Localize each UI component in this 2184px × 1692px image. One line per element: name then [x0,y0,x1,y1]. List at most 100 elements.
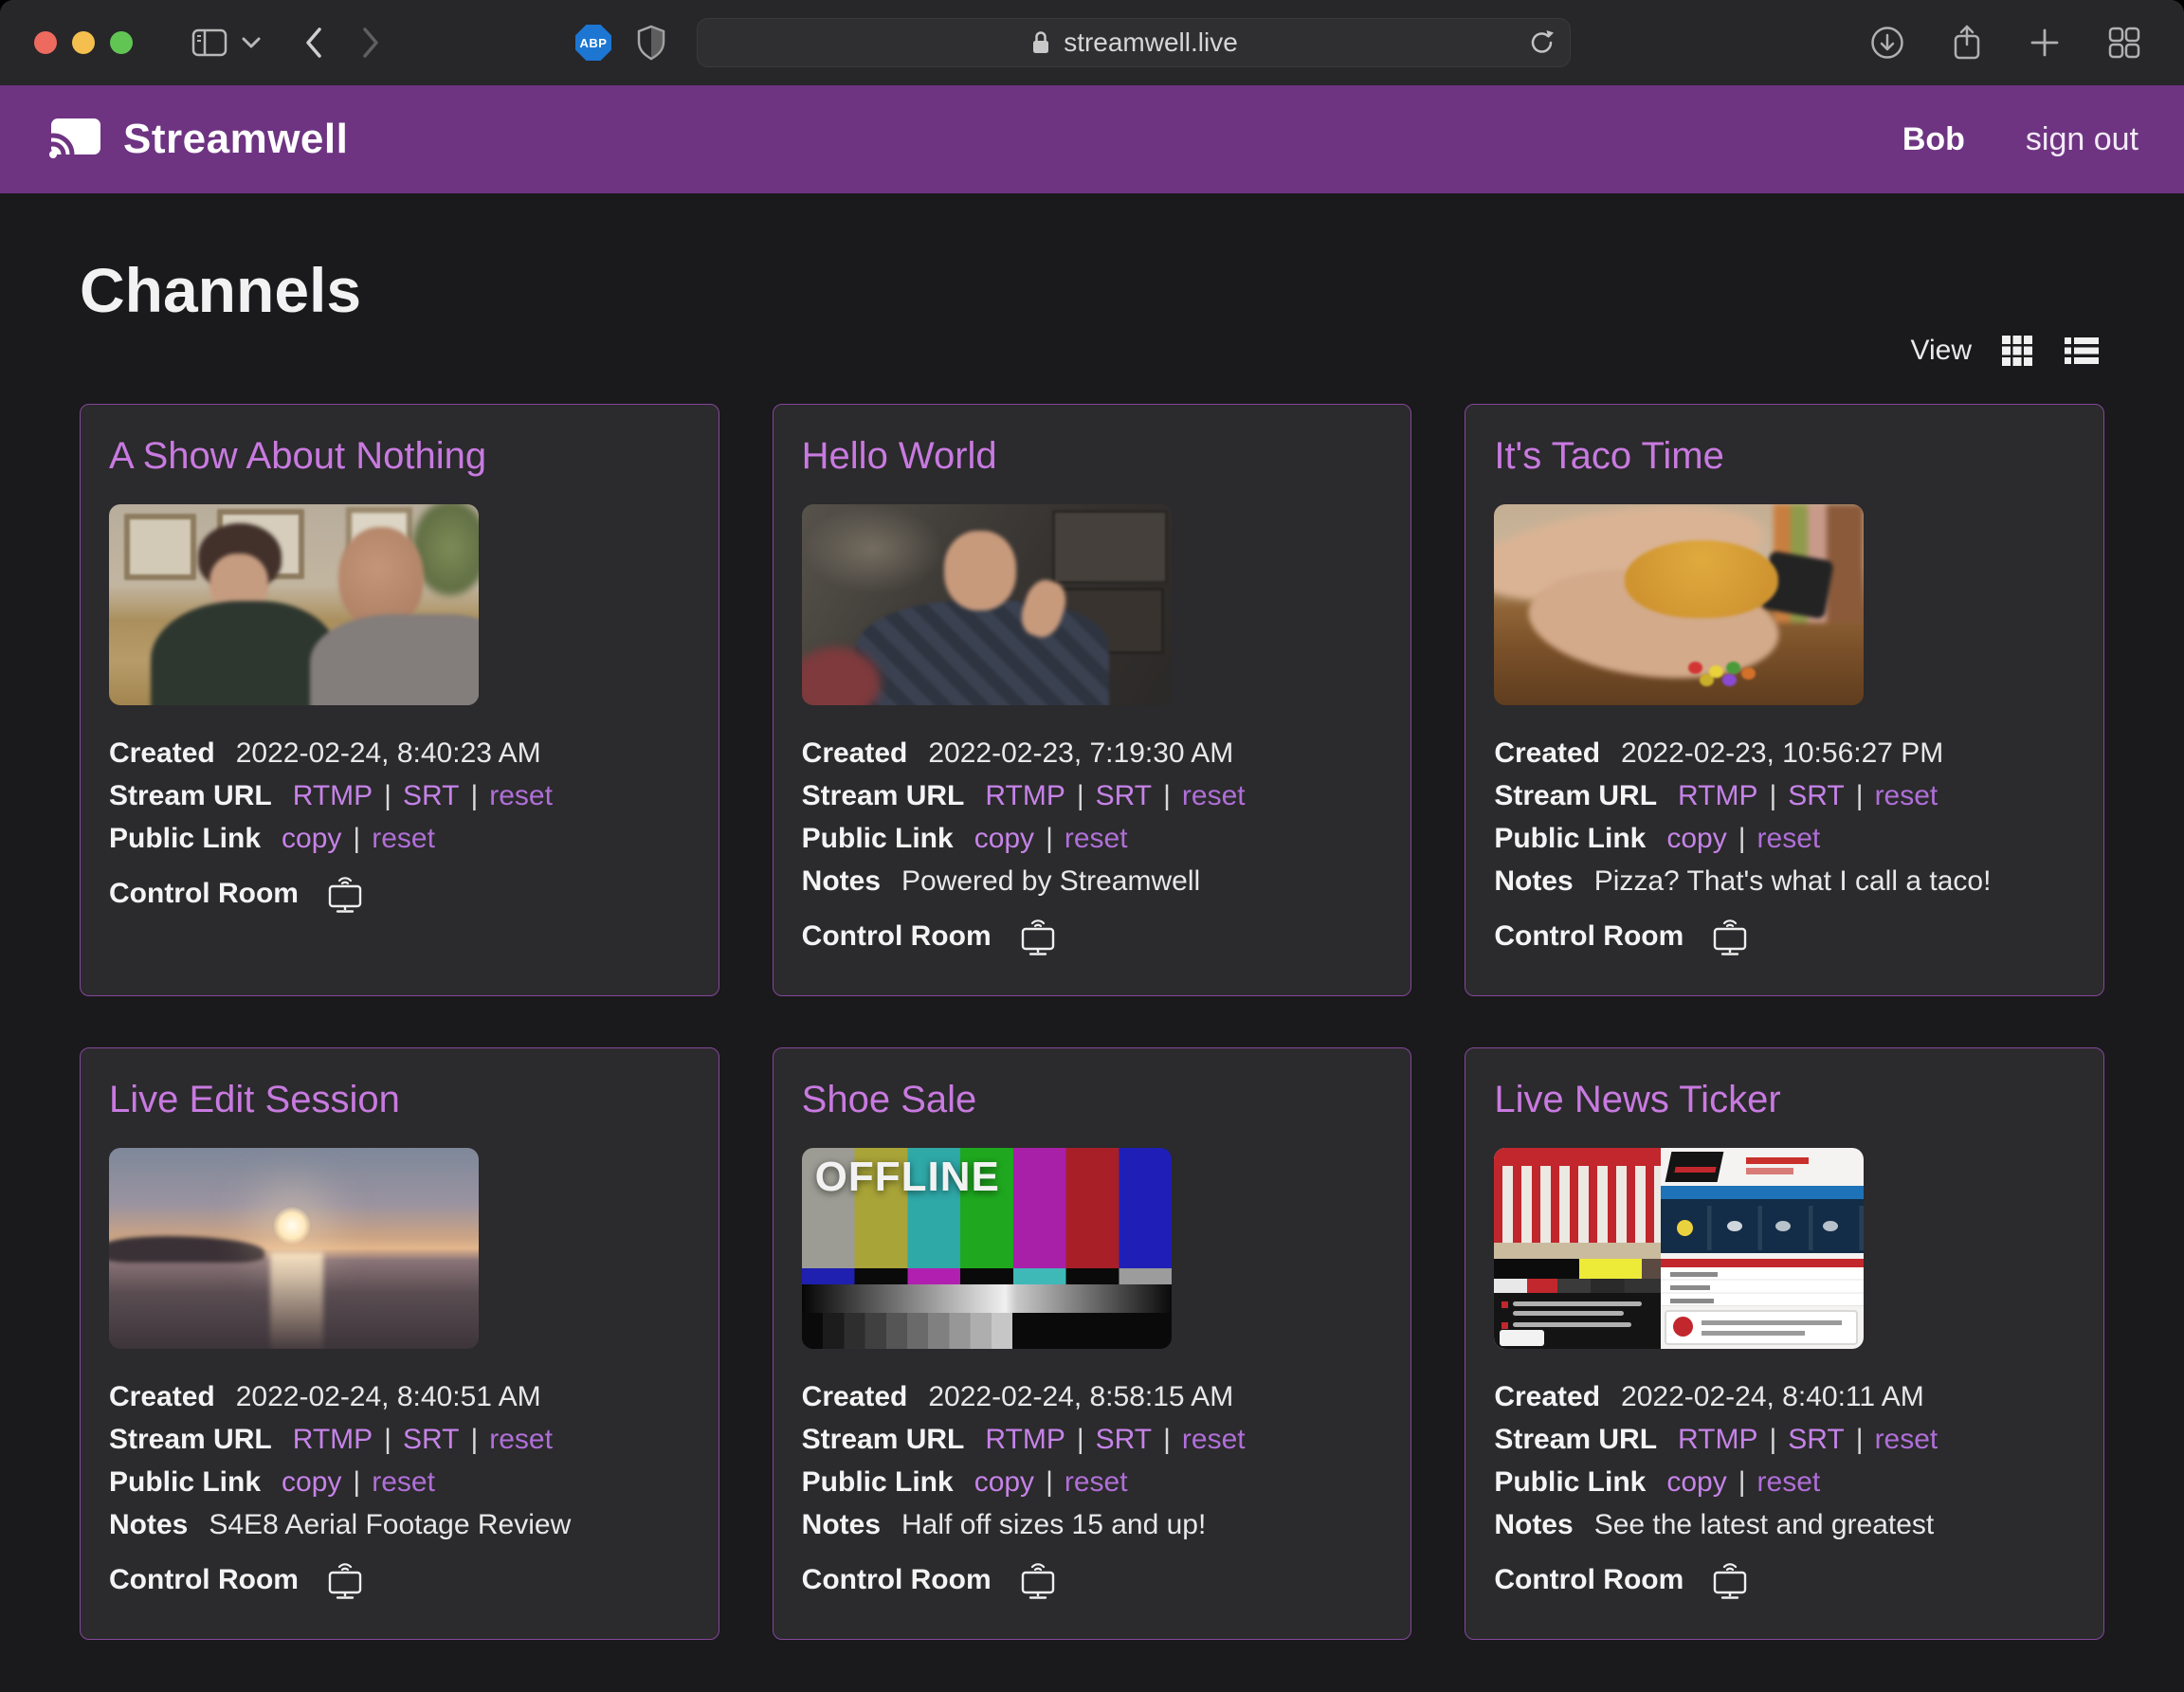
forward-icon[interactable] [360,26,381,60]
site-header: Streamwell Bob sign out [0,85,2184,193]
browser-chrome: ABP streamwell.live [0,0,2184,85]
public-reset-link[interactable]: reset [372,823,435,855]
public-link-label: Public Link [1494,823,1646,855]
copy-link[interactable]: copy [974,1466,1034,1499]
public-link-row: Public Link copy|reset [802,1466,1383,1499]
shield-extension-icon[interactable] [636,25,666,61]
rtmp-link[interactable]: RTMP [293,1424,373,1456]
public-reset-link[interactable]: reset [372,1466,435,1499]
channel-thumbnail[interactable] [1494,504,1864,705]
public-link-label: Public Link [802,823,954,855]
public-link-label: Public Link [802,1466,954,1499]
copy-link[interactable]: copy [1666,1466,1726,1499]
thumb-art [802,1268,1172,1284]
public-reset-link[interactable]: reset [1757,823,1821,855]
zoom-window-button[interactable] [110,31,133,54]
separator: | [1770,780,1777,812]
separator: | [1738,1466,1746,1499]
notes-row: Notes Powered by Streamwell [802,865,1383,898]
sidebar-toggle-icon[interactable] [191,27,228,58]
public-reset-link[interactable]: reset [1065,1466,1128,1499]
srt-link[interactable]: SRT [1096,780,1152,812]
chevron-down-icon[interactable] [241,36,262,49]
stream-reset-link[interactable]: reset [489,780,553,812]
channel-thumbnail[interactable] [109,1148,479,1349]
grid-view-icon[interactable] [2000,334,2034,368]
channel-thumbnail[interactable]: OFFLINE [802,1148,1172,1349]
channel-thumbnail[interactable] [109,504,479,705]
copy-link[interactable]: copy [1666,823,1726,855]
thumb-art [1513,1322,1631,1327]
control-room-icon[interactable] [1708,1560,1752,1600]
control-room-icon[interactable] [323,1560,367,1600]
control-room-icon[interactable] [1016,917,1060,956]
thumb-art [1665,1310,1859,1345]
stream-reset-link[interactable]: reset [1875,1424,1938,1456]
rtmp-link[interactable]: RTMP [293,780,373,812]
stream-reset-link[interactable]: reset [489,1424,553,1456]
thumb-art [1513,1301,1643,1306]
thumb-art [1494,1166,1661,1243]
control-room-icon[interactable] [323,874,367,914]
rtmp-link[interactable]: RTMP [1678,1424,1757,1456]
rtmp-link[interactable]: RTMP [1678,780,1757,812]
stream-url-row: Stream URL RTMP|SRT|reset [109,1424,690,1456]
created-row: Created 2022-02-24, 8:40:23 AM [109,737,690,770]
share-icon[interactable] [1951,24,1983,62]
notes-value: S4E8 Aerial Footage Review [209,1509,571,1541]
list-view-icon[interactable] [2063,335,2101,367]
separator: | [353,823,360,855]
new-tab-icon[interactable] [2029,27,2061,59]
url-text: streamwell.live [1064,27,1238,58]
tab-overview-icon[interactable] [2106,25,2142,61]
copy-link[interactable]: copy [282,1466,341,1499]
separator: | [1046,823,1053,855]
downloads-icon[interactable] [1869,25,1905,61]
close-window-button[interactable] [34,31,57,54]
channel-card: A Show About Nothing Created 2022-02-24,… [80,404,719,996]
address-bar[interactable]: streamwell.live [697,18,1571,67]
public-link-row: Public Link copy|reset [1494,1466,2075,1499]
srt-link[interactable]: SRT [403,780,459,812]
thumb-art [802,1313,1012,1349]
cast-logo-icon [46,114,106,166]
thumb-art [855,601,1109,705]
public-reset-link[interactable]: reset [1065,823,1128,855]
created-row: Created 2022-02-23, 10:56:27 PM [1494,737,2075,770]
channel-thumbnail[interactable] [802,504,1172,705]
sign-out-link[interactable]: sign out [2026,121,2138,158]
stream-reset-link[interactable]: reset [1875,780,1938,812]
adblock-extension-icon[interactable]: ABP [575,25,611,61]
stream-url-label: Stream URL [1494,780,1657,812]
stream-url-row: Stream URL RTMP|SRT|reset [1494,1424,2075,1456]
control-room-icon[interactable] [1016,1560,1060,1600]
stream-reset-link[interactable]: reset [1182,780,1246,812]
thumb-art [1625,540,1778,618]
copy-link[interactable]: copy [974,823,1034,855]
thumb-art [1494,1243,1661,1259]
offline-badge: OFFLINE [815,1154,1000,1201]
control-room-label: Control Room [802,920,992,953]
thumb-art [1702,1331,1805,1336]
separator: | [470,1424,478,1456]
stream-reset-link[interactable]: reset [1182,1424,1246,1456]
copy-link[interactable]: copy [282,823,341,855]
back-icon[interactable] [303,26,324,60]
control-room-row: Control Room [1494,917,2075,956]
srt-link[interactable]: SRT [1096,1424,1152,1456]
stream-url-row: Stream URL RTMP|SRT|reset [802,1424,1383,1456]
srt-link[interactable]: SRT [1788,1424,1844,1456]
public-reset-link[interactable]: reset [1757,1466,1821,1499]
thumb-art [1670,1285,1711,1290]
srt-link[interactable]: SRT [403,1424,459,1456]
srt-link[interactable]: SRT [1788,780,1844,812]
brand-logo-link[interactable]: Streamwell [46,114,348,166]
rtmp-link[interactable]: RTMP [985,780,1065,812]
reload-icon[interactable] [1528,27,1556,58]
thumb-art [1500,1330,1544,1346]
channel-thumbnail[interactable] [1494,1148,1864,1349]
thumb-art [270,1252,323,1349]
minimize-window-button[interactable] [72,31,95,54]
rtmp-link[interactable]: RTMP [985,1424,1065,1456]
control-room-icon[interactable] [1708,917,1752,956]
